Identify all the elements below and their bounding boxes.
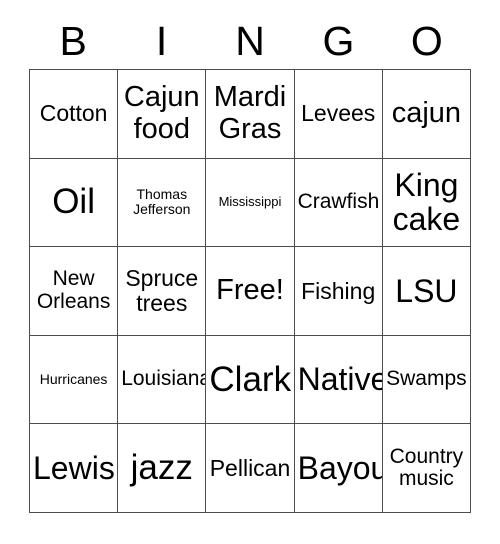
bingo-cell[interactable]: Cotton [30,70,119,159]
bingo-cell-label: Country music [389,444,464,491]
bingo-cell-label: cajun [391,97,462,130]
bingo-cell-label: Cajun food [123,81,200,145]
bingo-cell-label: Swamps [386,367,467,391]
bingo-cell-label: Spruce trees [125,265,199,316]
bingo-cell-label: Native [297,361,383,398]
bingo-cell[interactable]: Oil [30,158,119,248]
bingo-cell-label: Oil [52,182,95,222]
bingo-cell[interactable]: Hurricanes [30,335,119,425]
bingo-header-row: BINGO [29,14,471,69]
bingo-cell[interactable]: Louisiana [118,335,207,425]
bingo-cell-label: Louisiana [121,367,207,391]
bingo-cell[interactable]: Free! [206,247,295,336]
bingo-cell-label: King cake [392,166,461,238]
bingo-cell[interactable]: Levees [294,70,383,159]
bingo-cell[interactable]: Pellican [206,424,295,513]
bingo-cell[interactable]: Cajun food [118,70,207,159]
bingo-cell[interactable]: Thomas Jefferson [118,158,207,248]
bingo-cell-label: Mississippi [218,194,282,210]
bingo-cell-label: Free! [216,274,284,307]
bingo-grid: Cotton Cajun food Mardi Gras Levees cajun Oil… [29,69,471,513]
bingo-cell[interactable]: Country music [382,424,471,513]
bingo-cell-label: Crawfish [297,190,380,214]
bingo-cell[interactable]: Fishing [294,247,383,336]
bingo-cell[interactable]: LSU [382,247,471,336]
bingo-cell[interactable]: Mardi Gras [206,70,295,159]
bingo-cell-label: Fishing [301,277,376,304]
bingo-cell[interactable]: Clark [206,335,295,425]
bingo-cell-label: Clark [209,359,292,399]
bingo-cell[interactable]: Swamps [382,335,471,425]
bingo-cell-label: Cotton [39,100,108,127]
bingo-cell-label: Thomas Jefferson [133,186,191,218]
bingo-cell[interactable]: jazz [118,424,207,513]
bingo-header-letter-i: I [155,18,168,64]
bingo-cell[interactable]: King cake [382,158,471,248]
bingo-cell-label: Bayou [297,449,383,486]
bingo-cell-label: jazz [130,448,193,488]
bingo-cell[interactable]: Mississippi [206,158,295,248]
bingo-header-letter-g: G [322,18,355,64]
bingo-cell-label: Mardi Gras [213,81,287,145]
bingo-cell-label: New Orleans [36,267,111,313]
bingo-header-letter-b: B [59,18,87,64]
bingo-cell-label: Hurricanes [39,371,108,388]
bingo-cell-label: Lewis [33,449,115,486]
bingo-cell-label: LSU [395,272,458,309]
bingo-cell[interactable]: Lewis [30,424,119,513]
bingo-cell-label: Levees [301,100,376,127]
bingo-header-letter-o: O [410,18,443,64]
bingo-cell[interactable]: Bayou [294,424,383,513]
bingo-cell-label: Pellican [209,454,291,481]
bingo-cell[interactable]: New Orleans [30,247,119,336]
bingo-cell[interactable]: Crawfish [294,158,383,248]
bingo-cell[interactable]: Spruce trees [118,247,207,336]
bingo-cell[interactable]: cajun [382,70,471,159]
bingo-card: B I N G O Cotton Cajun food Mardi Gras Levees ca… [0,0,500,544]
bingo-cell[interactable]: Native [294,335,383,425]
bingo-header-letter-n: N [235,18,265,64]
